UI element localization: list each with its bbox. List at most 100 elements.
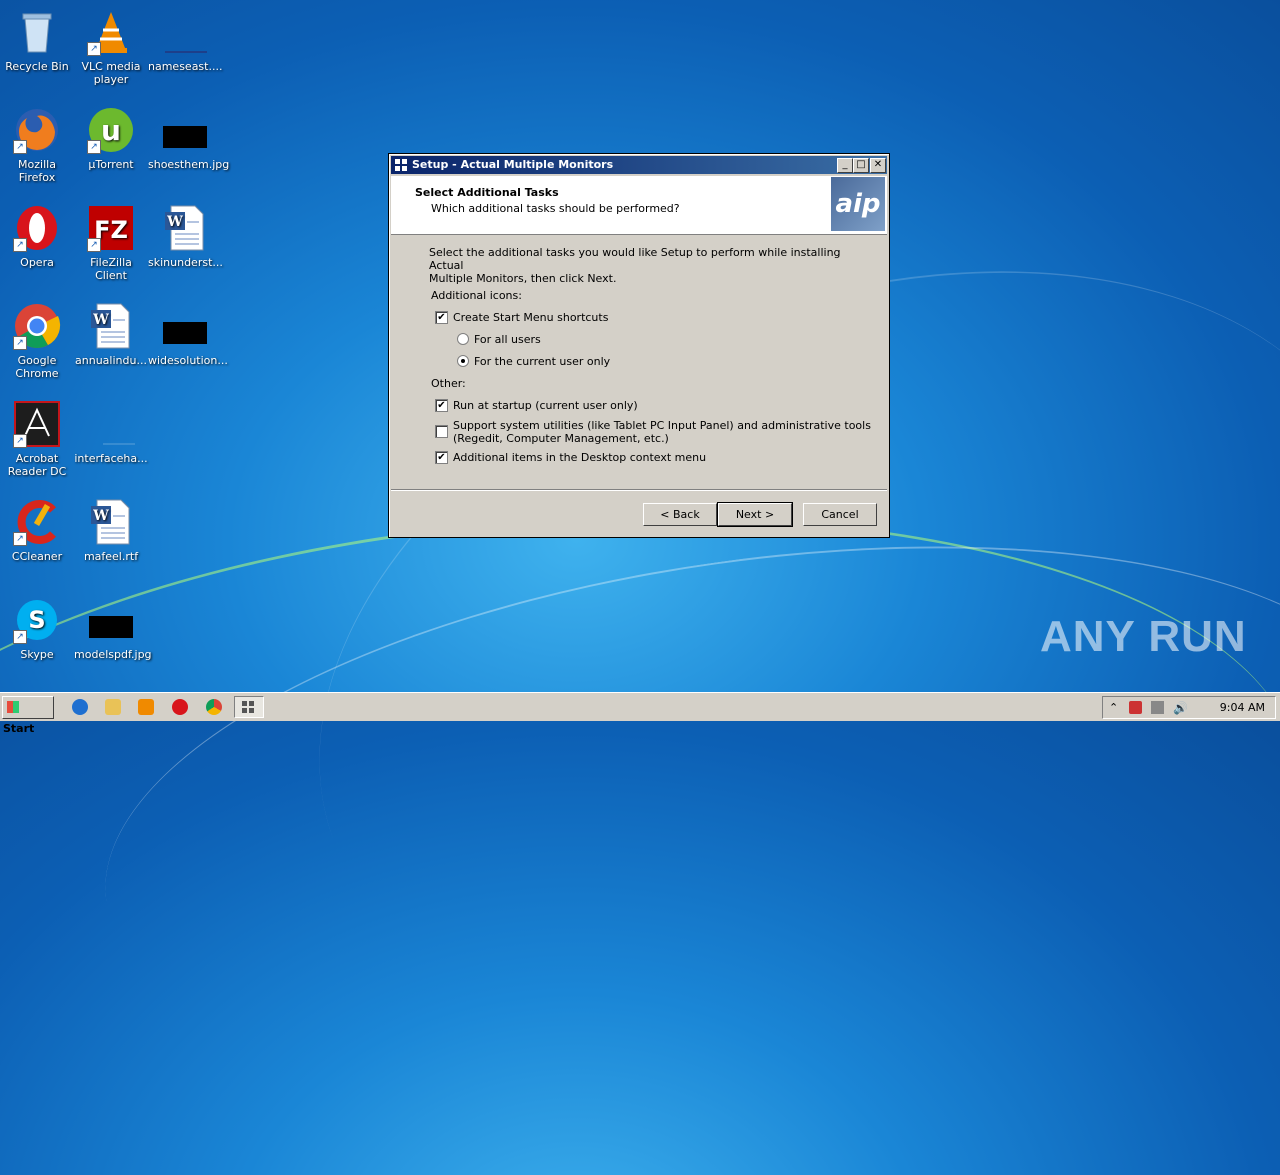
windows-flag-icon (7, 701, 19, 713)
radio-unselected-icon (457, 333, 469, 345)
ccleaner-icon: ↗ (13, 498, 61, 546)
show-hidden-icons-icon[interactable]: ⌃ (1109, 701, 1122, 714)
desktop-icon-file[interactable]: widesolution... (148, 302, 228, 367)
desktop-icon-filezilla[interactable]: FZ ↗ FileZilla Client (74, 204, 148, 282)
file-icon (161, 8, 209, 56)
setup-app-icon (242, 701, 254, 713)
shortcut-arrow-icon: ↗ (13, 532, 27, 546)
desktop-icon-label: VLC media player (81, 60, 141, 86)
desktop-icon-file[interactable]: nameseast.... (148, 8, 222, 73)
wizard-header: Select Additional Tasks Which additional… (391, 176, 887, 235)
checkbox-checked-icon: ✔ (435, 311, 448, 324)
desktop-icon-label: CCleaner (11, 550, 63, 563)
action-center-icon[interactable] (1129, 701, 1142, 714)
volume-icon[interactable]: 🔊 (1173, 701, 1188, 715)
checkbox-label: Additional items in the Desktop context … (453, 451, 707, 464)
image-file-icon (161, 106, 209, 154)
wallpaper-swoosh (71, 471, 1280, 1151)
firefox-icon: ↗ (13, 106, 61, 154)
desktop-icon-rtf[interactable]: W mafeel.rtf (74, 498, 148, 563)
close-button[interactable]: ✕ (870, 158, 886, 173)
start-button[interactable]: Start (2, 696, 54, 735)
desktop-icon-jpg[interactable]: shoesthem.jpg (148, 106, 230, 171)
desktop-icon-label: annualindu... (75, 354, 147, 367)
desktop-icon-label: interfaceha... (74, 452, 148, 465)
desktop-icon-label: Opera (20, 256, 54, 269)
intro-line: Multiple Monitors, then click Next. (429, 272, 617, 285)
setup-taskbar-button[interactable] (234, 696, 264, 718)
checkbox-label: Support system utilities (like Tablet PC… (453, 419, 871, 445)
clock[interactable]: 9:04 AM (1220, 701, 1265, 714)
desktop-icon-acrobat[interactable]: ↗ Acrobat Reader DC (0, 400, 74, 478)
desktop-icon-word-doc[interactable]: W skinunderst... (148, 204, 223, 269)
shortcut-arrow-icon: ↗ (87, 238, 101, 252)
intro-text: Select the additional tasks you would li… (429, 246, 849, 285)
desktop-icon-label: Mozilla Firefox (18, 158, 56, 184)
checkbox-checked-icon: ✔ (435, 399, 448, 412)
word-document-icon: W (87, 302, 135, 350)
utorrent-icon: u ↗ (87, 106, 135, 154)
svg-text:S: S (28, 606, 45, 634)
desktop-icon-vlc[interactable]: ↗ VLC media player (74, 8, 148, 86)
desktop-icon-label: µTorrent (88, 158, 134, 171)
shortcut-arrow-icon: ↗ (87, 42, 101, 56)
desktop-icon-skype[interactable]: S ↗ Skype (0, 596, 74, 661)
cancel-button[interactable]: Cancel (803, 503, 877, 526)
page-subtitle: Which additional tasks should be perform… (431, 202, 680, 215)
maximize-icon: □ (856, 159, 866, 170)
desktop-icon-chrome[interactable]: ↗ Google Chrome (0, 302, 74, 380)
media-player-icon[interactable] (138, 699, 154, 715)
button-separator (391, 489, 887, 491)
desktop-icon-opera[interactable]: ↗ Opera (0, 204, 74, 269)
acrobat-icon: ↗ (13, 400, 61, 448)
image-file-icon (87, 596, 135, 644)
dialog-titlebar[interactable]: Setup - Actual Multiple Monitors _ □ ✕ (391, 156, 887, 174)
chrome-taskbar-icon[interactable] (206, 699, 222, 715)
opera-taskbar-icon[interactable] (172, 699, 188, 715)
filezilla-icon: FZ ↗ (87, 204, 135, 252)
minimize-button[interactable]: _ (837, 158, 853, 173)
network-icon[interactable] (1151, 701, 1164, 714)
radio-label: For all users (474, 333, 541, 346)
checkbox-unchecked-icon (435, 425, 448, 438)
desktop-icon-label: Recycle Bin (5, 60, 69, 73)
maximize-button[interactable]: □ (853, 158, 869, 173)
checkbox-label-line: Support system utilities (like Tablet PC… (453, 419, 871, 432)
recycle-bin-icon (13, 8, 61, 56)
desktop-icon-label: widesolution... (148, 354, 228, 367)
intro-line: Select the additional tasks you would li… (429, 246, 841, 272)
radio-label: For the current user only (474, 355, 611, 368)
desktop-icon-label: skinunderst... (148, 256, 223, 269)
shortcut-arrow-icon: ↗ (13, 336, 27, 350)
svg-text:u: u (101, 114, 121, 147)
word-document-icon: W (87, 498, 135, 546)
desktop-icon-firefox[interactable]: ↗ Mozilla Firefox (0, 106, 74, 184)
desktop-icon-label: shoesthem.jpg (148, 158, 230, 171)
back-button[interactable]: < Back (643, 503, 717, 526)
setup-app-icon (395, 159, 407, 171)
dialog-title: Setup - Actual Multiple Monitors (412, 158, 614, 171)
desktop-icon-file[interactable]: interfaceha... (74, 400, 148, 465)
desktop-icon-label: FileZilla Client (90, 256, 132, 282)
vlc-icon: ↗ (87, 8, 135, 56)
group-label-additional-icons: Additional icons: (431, 289, 522, 302)
close-icon: ✕ (873, 159, 883, 170)
wallpaper-swoosh (0, 468, 1280, 1175)
internet-explorer-icon[interactable] (72, 699, 88, 715)
page-title: Select Additional Tasks (415, 186, 559, 199)
shortcut-arrow-icon: ↗ (13, 140, 27, 154)
desktop-icon-recycle-bin[interactable]: Recycle Bin (0, 8, 74, 73)
desktop-icon-label: mafeel.rtf (83, 550, 139, 563)
desktop-icon-word-doc[interactable]: W annualindu... (74, 302, 148, 367)
skype-icon: S ↗ (13, 596, 61, 644)
desktop-icon-jpg[interactable]: modelspdf.jpg (74, 596, 152, 661)
system-tray: ⌃ 🔊 9:04 AM (1102, 696, 1276, 719)
next-button[interactable]: Next > (717, 502, 793, 527)
opera-icon: ↗ (13, 204, 61, 252)
svg-text:W: W (92, 508, 109, 524)
desktop-icon-ccleaner[interactable]: ↗ CCleaner (0, 498, 74, 563)
desktop-icon-utorrent[interactable]: u ↗ µTorrent (74, 106, 148, 171)
file-explorer-icon[interactable] (105, 699, 121, 715)
checkbox-label: Create Start Menu shortcuts (453, 311, 609, 324)
svg-text:W: W (166, 214, 183, 230)
